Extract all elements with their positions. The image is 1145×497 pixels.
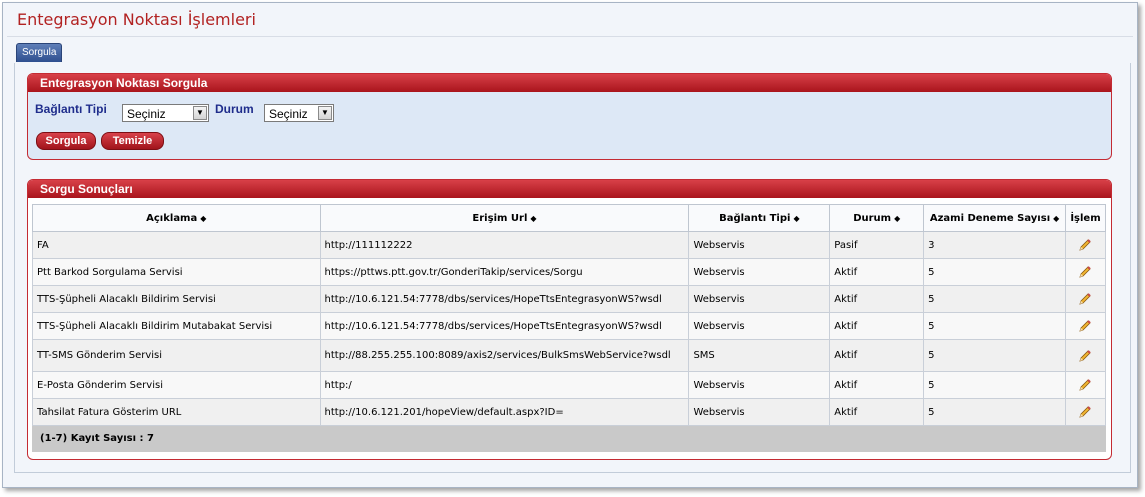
cell-description: TTS-Şüpheli Alacaklı Bildirim Mutabakat …	[32, 312, 321, 340]
cell-description: Tahsilat Fatura Gösterim URL	[32, 398, 321, 426]
status-value: Seçiniz	[269, 107, 308, 121]
results-panel-header: Sorgu Sonuçları	[28, 180, 1111, 198]
cell-action	[1064, 258, 1107, 286]
cell-action	[1064, 285, 1107, 313]
tab-sorgula[interactable]: Sorgula	[16, 43, 63, 62]
pencil-icon[interactable]	[1077, 404, 1093, 420]
pencil-icon[interactable]	[1077, 291, 1093, 307]
cell-attempts: 3	[923, 231, 1066, 259]
cell-status: Aktif	[829, 285, 925, 313]
table-row: Ptt Barkod Sorgulama Servisi https://ptt…	[32, 258, 1107, 286]
cell-action	[1064, 398, 1107, 426]
cell-attempts: 5	[923, 285, 1066, 313]
cell-type: Webservis	[688, 398, 831, 426]
query-panel: Entegrasyon Noktası Sorgula Bağlantı Tip…	[27, 73, 1112, 160]
sort-arrows-icon[interactable]: ◆	[530, 214, 536, 223]
sort-arrows-icon[interactable]: ◆	[200, 214, 206, 223]
column-header-url[interactable]: Erişim Url ◆	[319, 204, 690, 232]
pencil-icon[interactable]	[1077, 264, 1093, 280]
pencil-icon[interactable]	[1077, 348, 1093, 364]
cell-url: https://pttws.ptt.gov.tr/GonderiTakip/se…	[319, 258, 690, 286]
cell-attempts: 5	[923, 339, 1066, 372]
cell-description: E-Posta Gönderim Servisi	[32, 371, 321, 399]
table-row: Tahsilat Fatura Gösterim URL http://10.6…	[32, 398, 1107, 426]
cell-action	[1064, 231, 1107, 259]
table-row: TTS-Şüpheli Alacaklı Bildirim Servisi ht…	[32, 285, 1107, 313]
cell-status: Aktif	[829, 339, 925, 372]
connection-type-select[interactable]: Seçiniz ▼	[122, 104, 209, 122]
clear-button[interactable]: Temizle	[101, 132, 164, 150]
connection-type-label: Bağlantı Tipi	[35, 102, 107, 116]
column-header-attempts[interactable]: Azami Deneme Sayısı ◆	[923, 204, 1066, 232]
record-count: (1-7) Kayıt Sayısı : 7	[32, 426, 1106, 452]
pencil-icon[interactable]	[1077, 318, 1093, 334]
table-row: TT-SMS Gönderim Servisi http://88.255.25…	[32, 339, 1107, 372]
chevron-down-icon[interactable]: ▼	[318, 106, 332, 120]
column-header-type[interactable]: Bağlantı Tipi ◆	[688, 204, 831, 232]
cell-type: Webservis	[688, 258, 831, 286]
cell-url: http://10.6.121.54:7778/dbs/services/Hop…	[319, 285, 690, 313]
cell-url: http://10.6.121.201/hopeView/default.asp…	[319, 398, 690, 426]
cell-description: TTS-Şüpheli Alacaklı Bildirim Servisi	[32, 285, 321, 313]
title-divider	[7, 36, 1133, 37]
results-panel: Sorgu Sonuçları Açıklama ◆ Erişim Url ◆ Ba…	[27, 179, 1112, 460]
results-table: Açıklama ◆ Erişim Url ◆ Bağlantı Tipi ◆ Dur…	[32, 204, 1107, 426]
cell-url: http://10.6.121.54:7778/dbs/services/Hop…	[319, 312, 690, 340]
cell-type: SMS	[688, 339, 831, 372]
column-header-action: İşlem	[1064, 204, 1107, 232]
cell-status: Aktif	[829, 312, 925, 340]
column-header-status[interactable]: Durum ◆	[829, 204, 925, 232]
query-panel-header: Entegrasyon Noktası Sorgula	[28, 74, 1111, 92]
cell-attempts: 5	[923, 312, 1066, 340]
page-title: Entegrasyon Noktası İşlemleri	[17, 10, 256, 29]
sort-arrows-icon[interactable]: ◆	[894, 214, 900, 223]
connection-type-value: Seçiniz	[127, 107, 166, 121]
cell-status: Aktif	[829, 398, 925, 426]
cell-url: http://88.255.255.100:8089/axis2/service…	[319, 339, 690, 372]
table-row: FA http://111112222 Webservis Pasif 3	[32, 231, 1107, 259]
cell-type: Webservis	[688, 312, 831, 340]
cell-attempts: 5	[923, 258, 1066, 286]
pencil-icon[interactable]	[1077, 377, 1093, 393]
chevron-down-icon[interactable]: ▼	[193, 106, 207, 120]
cell-url: http://111112222	[319, 231, 690, 259]
cell-action	[1064, 371, 1107, 399]
cell-type: Webservis	[688, 371, 831, 399]
cell-attempts: 5	[923, 371, 1066, 399]
status-select[interactable]: Seçiniz ▼	[264, 104, 334, 122]
table-row: E-Posta Gönderim Servisi http:/ Webservi…	[32, 371, 1107, 399]
column-header-description[interactable]: Açıklama ◆	[32, 204, 321, 232]
tab-bar: Sorgula	[14, 42, 1129, 64]
status-label: Durum	[215, 102, 254, 116]
pencil-icon[interactable]	[1077, 237, 1093, 253]
cell-status: Pasif	[829, 231, 925, 259]
cell-url: http:/	[319, 371, 690, 399]
cell-attempts: 5	[923, 398, 1066, 426]
cell-type: Webservis	[688, 285, 831, 313]
cell-type: Webservis	[688, 231, 831, 259]
table-row: TTS-Şüpheli Alacaklı Bildirim Mutabakat …	[32, 312, 1107, 340]
cell-action	[1064, 339, 1107, 372]
sort-arrows-icon[interactable]: ◆	[1053, 214, 1059, 223]
sort-arrows-icon[interactable]: ◆	[793, 214, 799, 223]
cell-description: FA	[32, 231, 321, 259]
cell-description: Ptt Barkod Sorgulama Servisi	[32, 258, 321, 286]
cell-status: Aktif	[829, 371, 925, 399]
cell-description: TT-SMS Gönderim Servisi	[32, 339, 321, 372]
search-button[interactable]: Sorgula	[36, 132, 96, 150]
cell-action	[1064, 312, 1107, 340]
cell-status: Aktif	[829, 258, 925, 286]
